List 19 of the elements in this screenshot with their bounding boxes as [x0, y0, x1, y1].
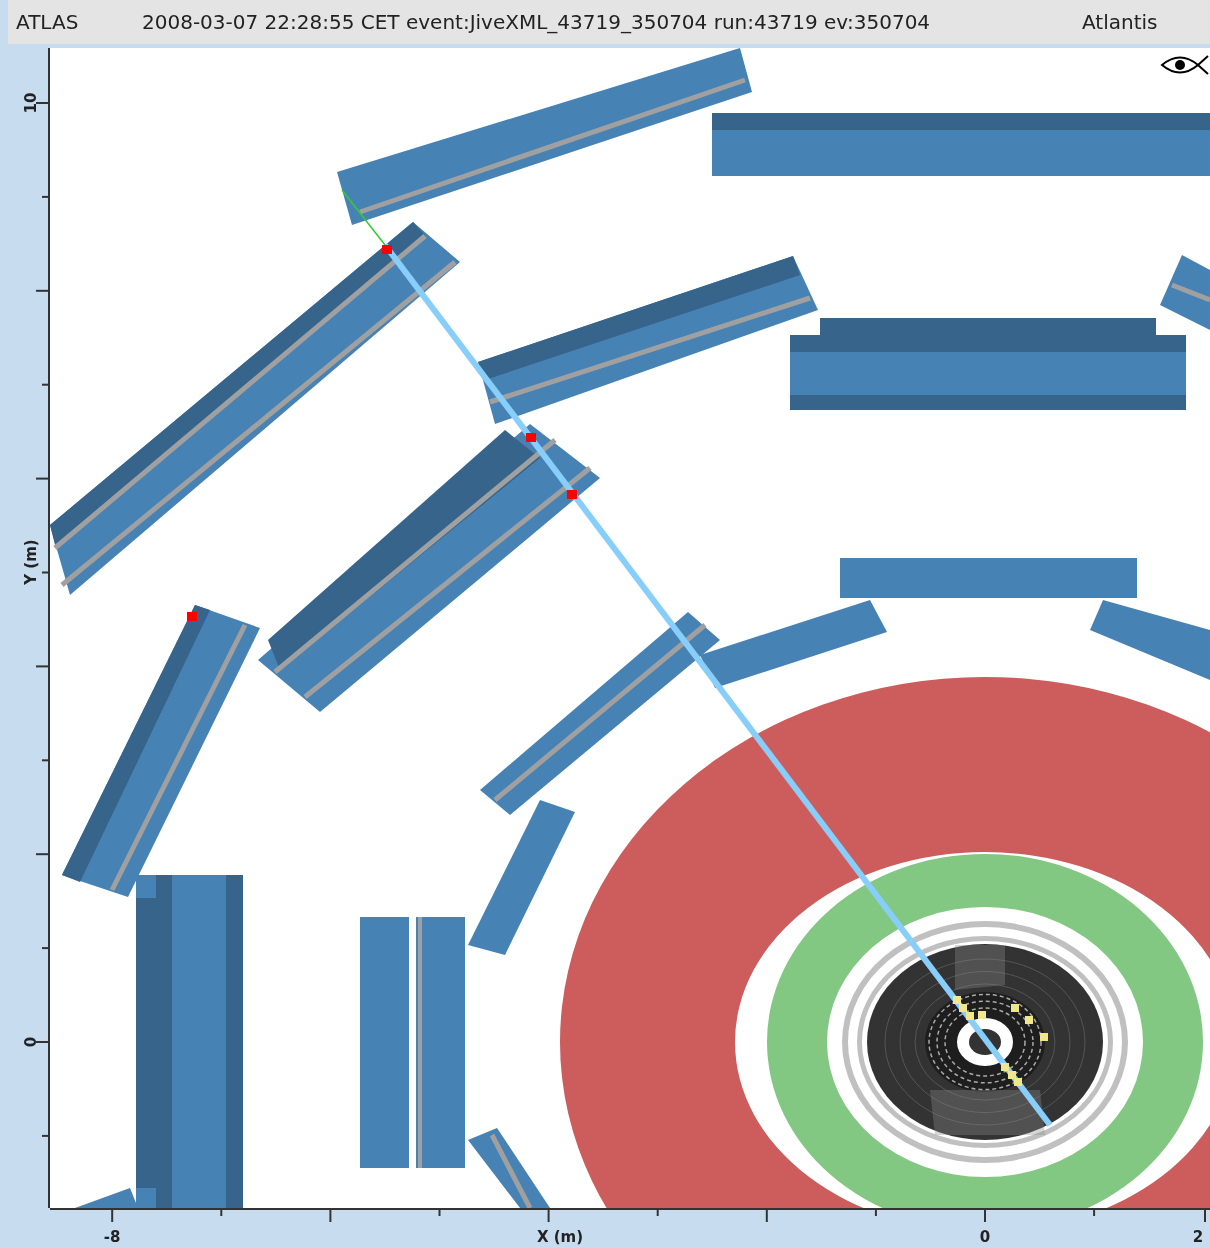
hit-marker — [978, 1011, 986, 1019]
hit-marker — [567, 490, 577, 499]
experiment-label: ATLAS — [16, 10, 80, 34]
axis-label: Y (m) — [22, 539, 40, 585]
eye-fish-icon — [1161, 55, 1209, 75]
hit-marker — [382, 245, 392, 254]
program-label: Atlantis — [1082, 10, 1158, 34]
hit-marker — [1025, 1016, 1033, 1024]
axis-label: -8 — [103, 1228, 121, 1246]
axis-label: X (m) — [536, 1228, 584, 1246]
hit-marker — [1040, 1033, 1048, 1041]
hit-marker — [187, 612, 197, 621]
axis-label: 10 — [22, 92, 40, 114]
axis-label: 0 — [979, 1228, 991, 1246]
event-info: 2008-03-07 22:28:55 CET event:JiveXML_43719_350704 run:43719 ev:350704 — [142, 10, 932, 34]
hit-marker — [1011, 1004, 1019, 1012]
axis-label: 0 — [22, 1036, 40, 1048]
hit-marker — [526, 433, 536, 442]
axis-label: 2 — [1192, 1228, 1204, 1246]
